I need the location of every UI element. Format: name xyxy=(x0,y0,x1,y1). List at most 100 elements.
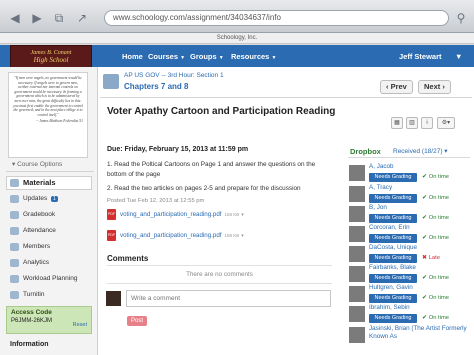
chart-icon[interactable]: ▥ xyxy=(406,117,418,129)
student-name[interactable]: Jasinski, Brian (The Artist Formerly Kno… xyxy=(369,325,469,341)
attachment-link[interactable]: PDF voting_and_participation_reading.pdf 1… xyxy=(107,230,244,241)
posted-timestamp: Posted Tue Feb 12, 2013 at 12:55 pm xyxy=(107,198,205,204)
sidebar-item-label: Updates xyxy=(23,195,48,202)
gear-icon[interactable]: ⚙▾ xyxy=(437,117,455,129)
school-logo[interactable]: James B. Conant High School xyxy=(10,45,92,69)
sidebar-item-gradebook[interactable]: Gradebook xyxy=(6,209,94,221)
status-label: On time xyxy=(428,275,449,281)
dropbox-row[interactable]: A, Tracy Needs Grading ✔ On time xyxy=(349,184,473,204)
avatar xyxy=(349,327,365,343)
access-code-reset-link[interactable]: Reset xyxy=(73,322,87,328)
dropbox-row[interactable]: Jasinski, Brian (The Artist Formerly Kno… xyxy=(349,325,473,353)
access-code-title: Access Code xyxy=(11,309,52,316)
sidebar-item-label: Analytics xyxy=(23,259,50,266)
student-name[interactable]: Corcoran, Erin xyxy=(369,224,410,231)
back-icon[interactable]: ◀ xyxy=(8,11,22,25)
pdf-icon: PDF xyxy=(107,209,116,220)
submission-status: ✔ On time xyxy=(422,214,449,223)
nav-courses-label: Courses xyxy=(148,52,179,61)
avatar xyxy=(349,206,365,222)
dropbox-row[interactable]: Corcoran, Erin Needs Grading ✔ On time xyxy=(349,224,473,244)
sidebar-item-attendance[interactable]: Attendance xyxy=(6,225,94,237)
divider xyxy=(100,97,472,98)
dropbox-row[interactable]: A, Jacob Needs Grading ✔ On time xyxy=(349,163,473,183)
members-icon xyxy=(10,243,19,251)
forward-icon[interactable]: ▶ xyxy=(30,11,44,25)
next-button[interactable]: Next › xyxy=(418,80,451,94)
needs-grading-badge[interactable]: Needs Grading xyxy=(369,254,417,263)
submission-status: ✔ On time xyxy=(422,294,449,303)
check-icon: ✔ xyxy=(422,235,429,241)
chevron-down-icon[interactable]: ▼ xyxy=(455,52,462,61)
needs-grading-badge[interactable]: Needs Grading xyxy=(369,294,417,303)
avatar xyxy=(349,306,365,322)
dropbox-row[interactable]: Fairbanks, Blake Needs Grading ✔ On time xyxy=(349,264,473,284)
chevron-down-icon[interactable]: ▾ xyxy=(241,233,244,239)
user-menu[interactable]: Jeff Stewart xyxy=(399,52,442,61)
dropbox-row[interactable]: Ibrahim, Sebin Needs Grading ✔ On time xyxy=(349,304,473,324)
nav-resources[interactable]: Resources ▼ xyxy=(231,52,276,61)
student-name[interactable]: Ibrahim, Sebin xyxy=(369,304,410,311)
sidebar-item-members[interactable]: Members xyxy=(6,241,94,253)
student-name[interactable]: DaCosta, Unique xyxy=(369,244,417,251)
needs-grading-badge[interactable]: Needs Grading xyxy=(369,314,417,323)
status-label: On time xyxy=(428,174,449,180)
dropbox-row[interactable]: DaCosta, Unique Needs Grading ✖ Late xyxy=(349,244,473,264)
post-button[interactable]: Post xyxy=(127,316,147,326)
avatar xyxy=(349,226,365,242)
divider xyxy=(348,157,470,158)
nav-groups[interactable]: Groups ▼ xyxy=(190,52,224,61)
status-label: On time xyxy=(428,215,449,221)
course-options-toggle[interactable]: ▾ Course Options xyxy=(12,160,62,168)
course-profile-image: "If men were angels, no government would… xyxy=(8,72,88,158)
dropbox-row[interactable]: B, Jon Needs Grading ✔ On time xyxy=(349,204,473,224)
submission-status: ✔ On time xyxy=(422,274,449,283)
nav-home[interactable]: Home xyxy=(122,52,143,61)
student-name[interactable]: Fairbanks, Blake xyxy=(369,264,416,271)
avatar xyxy=(349,266,365,282)
info-icon[interactable]: i xyxy=(421,117,433,129)
sidebar-item-workload-planning[interactable]: Workload Planning xyxy=(6,273,94,285)
sidebar-item-label: Workload Planning xyxy=(23,275,78,282)
student-name[interactable]: B, Jon xyxy=(369,204,387,211)
check-icon: ✔ xyxy=(422,174,429,180)
url-bar[interactable]: www.schoology.com/assignment/34034637/in… xyxy=(104,10,449,26)
student-name[interactable]: A, Tracy xyxy=(369,184,392,191)
sidebar-item-materials[interactable]: Materials xyxy=(6,176,92,190)
school-logo-line2: High School xyxy=(33,56,69,64)
attachment-size: 158 KB xyxy=(224,233,240,239)
information-heading: Information xyxy=(10,341,49,348)
needs-grading-badge[interactable]: Needs Grading xyxy=(369,194,417,203)
check-icon: ✔ xyxy=(422,215,429,221)
tabs-icon[interactable]: ⚲ xyxy=(454,11,468,25)
chevron-down-icon[interactable]: ▾ xyxy=(241,212,244,218)
attachment-size: 158 KB xyxy=(224,212,240,218)
sidebar-item-updates[interactable]: Updates 1 xyxy=(6,193,94,205)
share-icon[interactable]: ↗ xyxy=(75,11,89,25)
needs-grading-badge[interactable]: Needs Grading xyxy=(369,173,417,182)
divider xyxy=(6,171,94,172)
prev-button[interactable]: ‹ Prev xyxy=(380,80,413,94)
needs-grading-badge[interactable]: Needs Grading xyxy=(369,234,417,243)
nav-courses[interactable]: Courses ▼ xyxy=(148,52,185,61)
sidebar-item-analytics[interactable]: Analytics xyxy=(6,257,94,269)
received-filter[interactable]: Received (18/27) ▾ xyxy=(393,147,448,155)
course-quote-attribution: ~ James Madison Federalist 51 xyxy=(36,119,83,124)
chevron-down-icon: ▼ xyxy=(180,55,186,61)
nav-groups-label: Groups xyxy=(190,52,217,61)
bookmarks-icon[interactable]: ⧉ xyxy=(52,11,66,25)
attachment-link[interactable]: PDF voting_and_participation_reading.pdf 1… xyxy=(107,209,244,220)
student-name[interactable]: A, Jacob xyxy=(369,163,394,170)
student-name[interactable]: Hultgren, Gavin xyxy=(369,284,413,291)
needs-grading-badge[interactable]: Needs Grading xyxy=(369,214,417,223)
breadcrumb-folder[interactable]: Chapters 7 and 8 xyxy=(124,82,188,91)
grid-icon[interactable]: ▦ xyxy=(391,117,403,129)
sidebar-item-turnitin[interactable]: Turnitin xyxy=(6,289,94,301)
breadcrumb-course[interactable]: AP US GOV -- 3rd Hour: Section 1 xyxy=(124,72,224,79)
avatar xyxy=(349,286,365,302)
updates-icon xyxy=(10,195,19,203)
dropbox-row[interactable]: Hultgren, Gavin Needs Grading ✔ On time xyxy=(349,284,473,304)
comment-input[interactable] xyxy=(126,290,331,307)
needs-grading-badge[interactable]: Needs Grading xyxy=(369,274,417,283)
late-icon: ✖ xyxy=(422,255,429,261)
